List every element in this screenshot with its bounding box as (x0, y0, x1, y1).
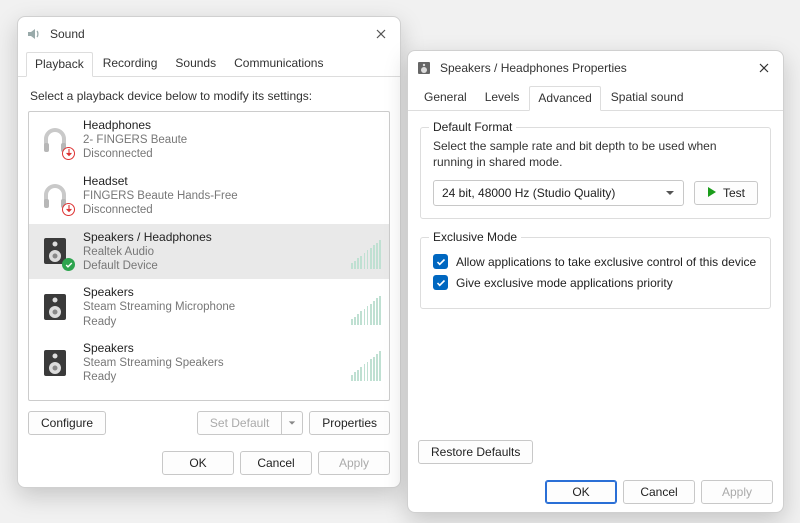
speaker-icon (37, 345, 73, 381)
speaker-icon (416, 60, 432, 76)
configure-button[interactable]: Configure (28, 411, 106, 435)
device-row[interactable]: SpeakersSteam Streaming SpeakersReady (29, 335, 389, 391)
device-sub: 2- FINGERS Beaute (83, 133, 381, 147)
speaker-icon (37, 233, 73, 269)
sound-body: Select a playback device below to modify… (18, 77, 400, 445)
sound-titlebar: Sound (18, 17, 400, 51)
properties-window: Speakers / Headphones Properties General… (407, 50, 784, 513)
tab-advanced[interactable]: Advanced (529, 86, 600, 111)
exclusive-mode-group: Exclusive Mode Allow applications to tak… (420, 237, 771, 309)
sound-icon (26, 26, 42, 42)
exclusive-opt2-label: Give exclusive mode applications priorit… (456, 276, 673, 290)
props-titlebar: Speakers / Headphones Properties (408, 51, 783, 85)
sample-rate-value: 24 bit, 48000 Hz (Studio Quality) (442, 186, 615, 200)
checkbox-checked-icon (433, 254, 448, 269)
level-meter (351, 345, 381, 381)
ok-button[interactable]: OK (545, 480, 617, 504)
exclusive-opt1[interactable]: Allow applications to take exclusive con… (433, 254, 758, 269)
tab-communications[interactable]: Communications (226, 52, 331, 77)
speaker-icon (37, 289, 73, 325)
props-tabs: General Levels Advanced Spatial sound (408, 85, 783, 111)
play-icon (707, 187, 717, 199)
cancel-button[interactable]: Cancel (240, 451, 312, 475)
set-default-button[interactable]: Set Default (197, 411, 282, 435)
device-row[interactable]: SpeakersSteam Streaming MicrophoneReady (29, 279, 389, 335)
checkbox-checked-icon (433, 275, 448, 290)
device-buttons: Configure Set Default Properties (28, 411, 390, 435)
level-meter (351, 233, 381, 269)
level-meter (351, 289, 381, 325)
device-status: Ready (83, 370, 341, 384)
tab-spatial-sound[interactable]: Spatial sound (603, 86, 692, 111)
close-icon[interactable] (370, 23, 392, 45)
device-texts: Speakers / HeadphonesRealtek AudioDefaul… (83, 230, 341, 274)
chevron-down-icon (288, 419, 296, 427)
default-format-group: Default Format Select the sample rate an… (420, 127, 771, 219)
tab-general[interactable]: General (416, 86, 475, 111)
device-row[interactable]: Headphones2- FINGERS BeauteDisconnected (29, 112, 389, 168)
device-name: Speakers / Headphones (83, 230, 341, 245)
set-default-split: Set Default (197, 411, 303, 435)
sample-rate-combo[interactable]: 24 bit, 48000 Hz (Studio Quality) (433, 180, 684, 206)
chevron-down-icon (665, 188, 675, 198)
apply-button[interactable]: Apply (701, 480, 773, 504)
playback-hint: Select a playback device below to modify… (30, 89, 390, 103)
headphones-icon (37, 178, 73, 214)
device-name: Headphones (83, 118, 381, 133)
props-footer: OK Cancel Apply (408, 474, 783, 514)
device-name: Speakers (83, 341, 341, 356)
device-name: Speakers (83, 285, 341, 300)
ok-button[interactable]: OK (162, 451, 234, 475)
exclusive-mode-legend: Exclusive Mode (429, 230, 521, 244)
sound-window: Sound Playback Recording Sounds Communic… (17, 16, 401, 488)
device-status: Ready (83, 315, 341, 329)
default-format-desc: Select the sample rate and bit depth to … (433, 138, 758, 170)
apply-button[interactable]: Apply (318, 451, 390, 475)
device-status: Default Device (83, 259, 341, 273)
device-row[interactable]: Speakers / HeadphonesRealtek AudioDefaul… (29, 224, 389, 280)
sound-tabs: Playback Recording Sounds Communications (18, 51, 400, 77)
device-texts: Headphones2- FINGERS BeauteDisconnected (83, 118, 381, 162)
device-texts: HeadsetFINGERS Beaute Hands-FreeDisconne… (83, 174, 381, 218)
tab-levels[interactable]: Levels (477, 86, 528, 111)
device-sub: Steam Streaming Microphone (83, 300, 341, 314)
exclusive-opt1-label: Allow applications to take exclusive con… (456, 255, 756, 269)
headphones-icon (37, 122, 73, 158)
exclusive-opt2[interactable]: Give exclusive mode applications priorit… (433, 275, 758, 290)
device-texts: SpeakersSteam Streaming SpeakersReady (83, 341, 341, 385)
sound-title: Sound (50, 27, 370, 41)
device-name: Headset (83, 174, 381, 189)
device-status: Disconnected (83, 147, 381, 161)
test-button[interactable]: Test (694, 181, 758, 205)
props-title: Speakers / Headphones Properties (440, 61, 753, 75)
set-default-dropdown[interactable] (282, 411, 303, 435)
device-sub: Realtek Audio (83, 245, 341, 259)
device-sub: Steam Streaming Speakers (83, 356, 341, 370)
tab-recording[interactable]: Recording (95, 52, 166, 77)
device-row[interactable]: HeadsetFINGERS Beaute Hands-FreeDisconne… (29, 168, 389, 224)
device-status: Disconnected (83, 203, 381, 217)
props-body: Default Format Select the sample rate an… (408, 111, 783, 474)
test-label: Test (723, 187, 745, 199)
tab-sounds[interactable]: Sounds (167, 52, 224, 77)
close-icon[interactable] (753, 57, 775, 79)
device-list: Headphones2- FINGERS BeauteDisconnectedH… (28, 111, 390, 401)
tab-playback[interactable]: Playback (26, 52, 93, 77)
sound-footer: OK Cancel Apply (18, 445, 400, 485)
restore-defaults-button[interactable]: Restore Defaults (418, 440, 533, 464)
device-sub: FINGERS Beaute Hands-Free (83, 189, 381, 203)
default-format-legend: Default Format (429, 120, 516, 134)
properties-button[interactable]: Properties (309, 411, 390, 435)
device-texts: SpeakersSteam Streaming MicrophoneReady (83, 285, 341, 329)
cancel-button[interactable]: Cancel (623, 480, 695, 504)
